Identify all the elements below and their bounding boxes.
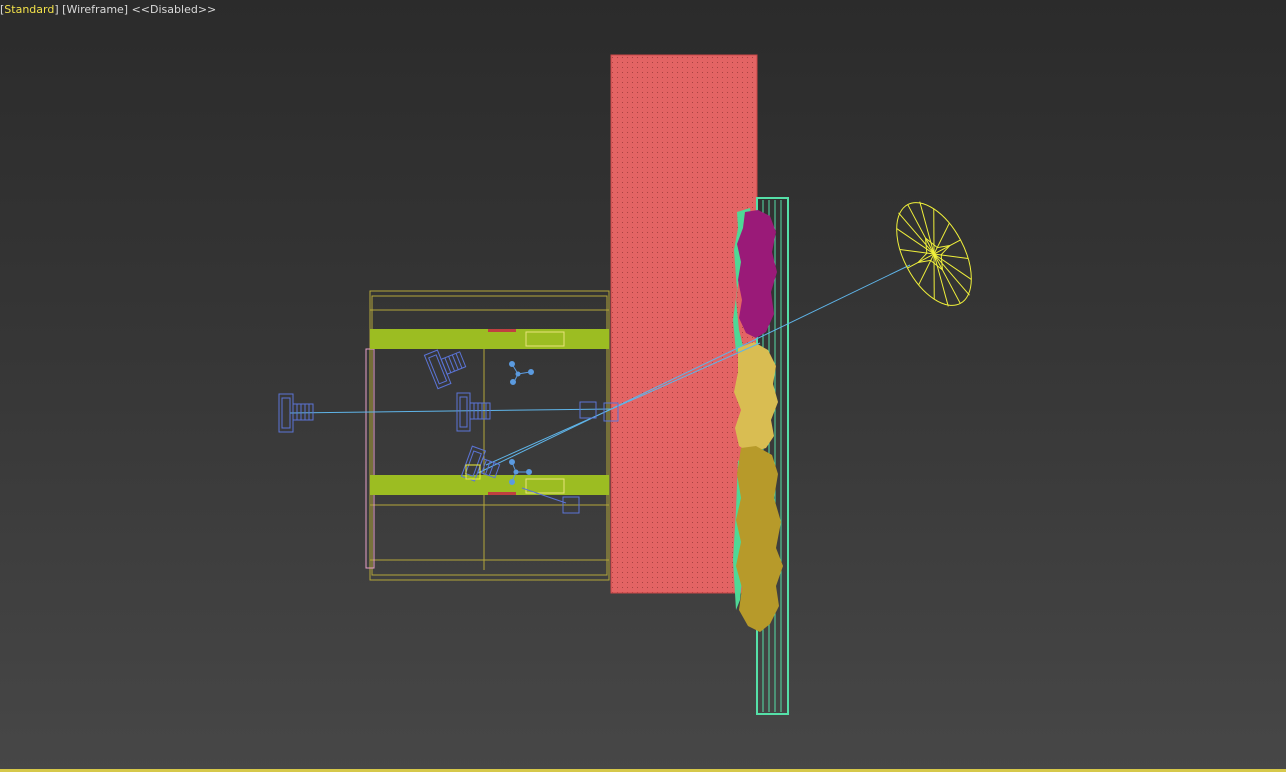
- camera-icon[interactable]: [456, 392, 491, 432]
- scene-canvas[interactable]: [0, 0, 1286, 772]
- lime-bar-bottom-mark: [488, 492, 516, 495]
- helper-icon[interactable]: [509, 361, 534, 385]
- lime-bar-top-mark: [488, 329, 516, 332]
- spot-light-icon[interactable]: [881, 190, 987, 317]
- shading-mode-menu[interactable]: Standard: [4, 3, 54, 16]
- magenta-scatter: [737, 210, 777, 338]
- olive-scatter: [736, 446, 783, 632]
- viewport-3d[interactable]: [Standard] [Wireframe] <<Disabled>>: [0, 0, 1286, 772]
- gold-scatter: [734, 342, 778, 453]
- viewport-label-menu: [Standard] [Wireframe] <<Disabled>>: [0, 3, 217, 16]
- camera-icon[interactable]: [423, 343, 469, 390]
- disabled-mode-menu[interactable]: <<Disabled>>: [132, 3, 217, 16]
- display-mode-menu[interactable]: Wireframe: [66, 3, 123, 16]
- camera-target-box[interactable]: [579, 401, 597, 419]
